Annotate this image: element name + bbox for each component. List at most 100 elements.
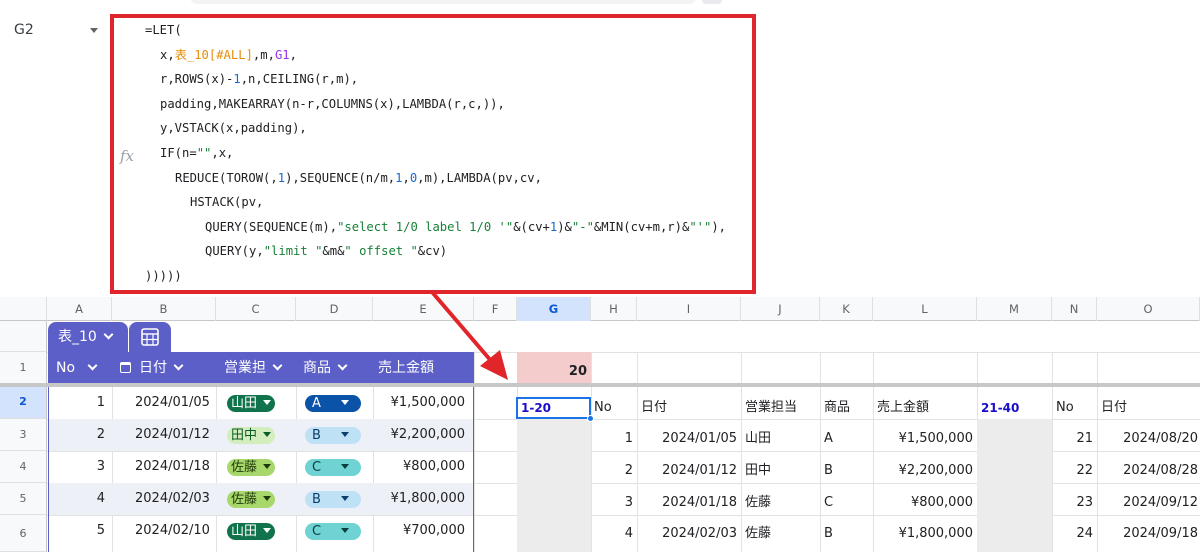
formula-token: &cv) bbox=[417, 244, 448, 259]
active-cell-selection[interactable] bbox=[516, 397, 591, 419]
column-header-n[interactable]: N bbox=[1052, 297, 1097, 321]
toolbar-button-edge[interactable] bbox=[702, 0, 722, 4]
output-date[interactable]: 2024/02/03 bbox=[537, 524, 737, 544]
output-header[interactable]: 営業担当 bbox=[745, 398, 797, 418]
table-cell: ¥1,500,000 bbox=[390, 395, 465, 410]
table-header-0[interactable]: No bbox=[56, 352, 98, 384]
dropdown-arrow-icon[interactable] bbox=[340, 400, 349, 405]
column-header-o[interactable]: O bbox=[1097, 297, 1200, 321]
dropdown-arrow-icon[interactable] bbox=[263, 400, 272, 405]
formula-token: y,VSTACK(x,padding), bbox=[160, 121, 307, 136]
column-header-m[interactable]: M bbox=[977, 297, 1052, 321]
row-header-6[interactable]: 6 bbox=[0, 515, 46, 552]
table-calculator-icon[interactable] bbox=[129, 322, 171, 352]
row-header-3[interactable]: 3 bbox=[0, 419, 46, 451]
output-rep[interactable]: 山田 bbox=[745, 429, 771, 449]
formula-token: G1 bbox=[274, 47, 290, 62]
column-header-d[interactable]: D bbox=[296, 297, 373, 321]
table-header-2[interactable]: 営業担 bbox=[224, 352, 283, 384]
formula-token: ),SEQUENCE(n/m, bbox=[285, 170, 396, 185]
fill-handle[interactable] bbox=[587, 415, 594, 422]
chevron-down-icon[interactable] bbox=[337, 360, 348, 371]
column-header-k[interactable]: K bbox=[820, 297, 873, 321]
row-header-5[interactable]: 5 bbox=[0, 483, 46, 515]
rep-chip[interactable]: 佐藤 bbox=[227, 491, 276, 508]
output-header[interactable]: 商品 bbox=[824, 398, 850, 418]
dropdown-arrow-icon[interactable] bbox=[340, 432, 349, 437]
table-header-label: 営業担 bbox=[224, 360, 266, 376]
table-cell: 5 bbox=[96, 523, 105, 538]
dropdown-arrow-icon[interactable] bbox=[263, 496, 272, 501]
column-header-c[interactable]: C bbox=[216, 297, 296, 321]
table-row[interactable]: 1 2024/01/05 ¥1,500,000 山田 A bbox=[49, 384, 473, 419]
output-header[interactable]: 売上金額 bbox=[877, 398, 929, 418]
table-header-3[interactable]: 商品 bbox=[303, 352, 348, 384]
output-date[interactable]: 2024/01/12 bbox=[537, 461, 737, 481]
column-header-a[interactable]: A bbox=[47, 297, 112, 321]
table-cell: 2024/01/05 bbox=[135, 395, 210, 410]
dropdown-arrow-icon[interactable] bbox=[263, 432, 272, 437]
output-date[interactable]: 2024/09/18 bbox=[998, 524, 1198, 544]
dropdown-arrow-icon[interactable] bbox=[341, 528, 350, 533]
grid-column-line bbox=[1097, 352, 1098, 552]
row-header-2[interactable]: 2 bbox=[0, 384, 46, 419]
table-row[interactable]: 3 2024/01/18 ¥800,000 佐藤 C bbox=[49, 451, 473, 483]
formula-token: , bbox=[289, 47, 297, 62]
column-header-e[interactable]: E bbox=[373, 297, 474, 321]
column-header-l[interactable]: L bbox=[873, 297, 977, 321]
formula-token: " offset " bbox=[344, 244, 418, 259]
output-rep[interactable]: 田中 bbox=[745, 461, 771, 481]
cell-m2[interactable]: 21-40 bbox=[981, 398, 1019, 418]
dropdown-arrow-icon[interactable] bbox=[341, 464, 350, 469]
item-chip[interactable]: C bbox=[305, 523, 361, 540]
rep-chip[interactable]: 田中 bbox=[227, 427, 276, 444]
column-header-h[interactable]: H bbox=[591, 297, 637, 321]
name-box-dropdown-icon[interactable] bbox=[90, 28, 98, 33]
select-all-corner[interactable] bbox=[0, 297, 47, 321]
output-header[interactable]: 日付 bbox=[1101, 398, 1127, 418]
rep-chip[interactable]: 山田 bbox=[227, 523, 276, 540]
dropdown-arrow-icon[interactable] bbox=[263, 464, 272, 469]
item-chip[interactable]: A bbox=[305, 395, 361, 412]
table-row[interactable]: 5 2024/02/10 ¥700,000 山田 C bbox=[49, 515, 473, 547]
menu-bar-edge bbox=[190, 0, 696, 4]
output-rep[interactable]: 佐藤 bbox=[745, 524, 771, 544]
name-box[interactable]: G2 bbox=[14, 22, 34, 38]
table-header-1[interactable]: 日付 bbox=[120, 352, 184, 384]
formula-token: &MIN(cv+m,r)& bbox=[593, 219, 690, 234]
column-header-f[interactable]: F bbox=[474, 297, 517, 321]
output-date[interactable]: 2024/01/05 bbox=[537, 429, 737, 449]
table-row[interactable]: 4 2024/02/03 ¥1,800,000 佐藤 B bbox=[49, 483, 473, 515]
row-header-1[interactable]: 1 bbox=[0, 352, 46, 384]
frozen-row-divider[interactable] bbox=[0, 383, 1200, 387]
output-header[interactable]: No bbox=[1056, 398, 1074, 418]
chevron-down-icon[interactable] bbox=[87, 360, 98, 371]
dropdown-arrow-icon[interactable] bbox=[340, 496, 349, 501]
table-view-tab[interactable] bbox=[129, 322, 171, 352]
column-header-j[interactable]: J bbox=[741, 297, 820, 321]
column-header-g[interactable]: G bbox=[517, 297, 591, 321]
row-header-4[interactable]: 4 bbox=[0, 451, 46, 483]
rep-chip[interactable]: 佐藤 bbox=[227, 459, 276, 476]
output-header[interactable]: 日付 bbox=[641, 398, 667, 418]
output-date[interactable]: 2024/08/20 bbox=[998, 429, 1198, 449]
output-date[interactable]: 2024/01/18 bbox=[537, 493, 737, 513]
item-chip[interactable]: C bbox=[305, 459, 361, 476]
cell-g1[interactable]: 20 bbox=[387, 362, 587, 382]
item-chip[interactable]: B bbox=[305, 427, 361, 444]
column-header-i[interactable]: I bbox=[637, 297, 741, 321]
output-rep[interactable]: 佐藤 bbox=[745, 493, 771, 513]
output-header[interactable]: No bbox=[594, 398, 612, 418]
item-chip[interactable]: B bbox=[305, 491, 361, 508]
output-date[interactable]: 2024/09/12 bbox=[998, 493, 1198, 513]
chevron-down-icon[interactable] bbox=[173, 360, 184, 371]
table-row[interactable]: 2 2024/01/12 ¥2,200,000 田中 B bbox=[49, 419, 473, 451]
dropdown-arrow-icon[interactable] bbox=[263, 528, 272, 533]
output-date[interactable]: 2024/08/28 bbox=[998, 461, 1198, 481]
table-name-tab[interactable]: 表_10 bbox=[48, 322, 128, 352]
rep-chip[interactable]: 山田 bbox=[227, 395, 276, 412]
chevron-down-icon[interactable] bbox=[103, 329, 114, 340]
column-header-b[interactable]: B bbox=[112, 297, 216, 321]
table-cell: 3 bbox=[96, 459, 105, 474]
chevron-down-icon[interactable] bbox=[272, 360, 283, 371]
